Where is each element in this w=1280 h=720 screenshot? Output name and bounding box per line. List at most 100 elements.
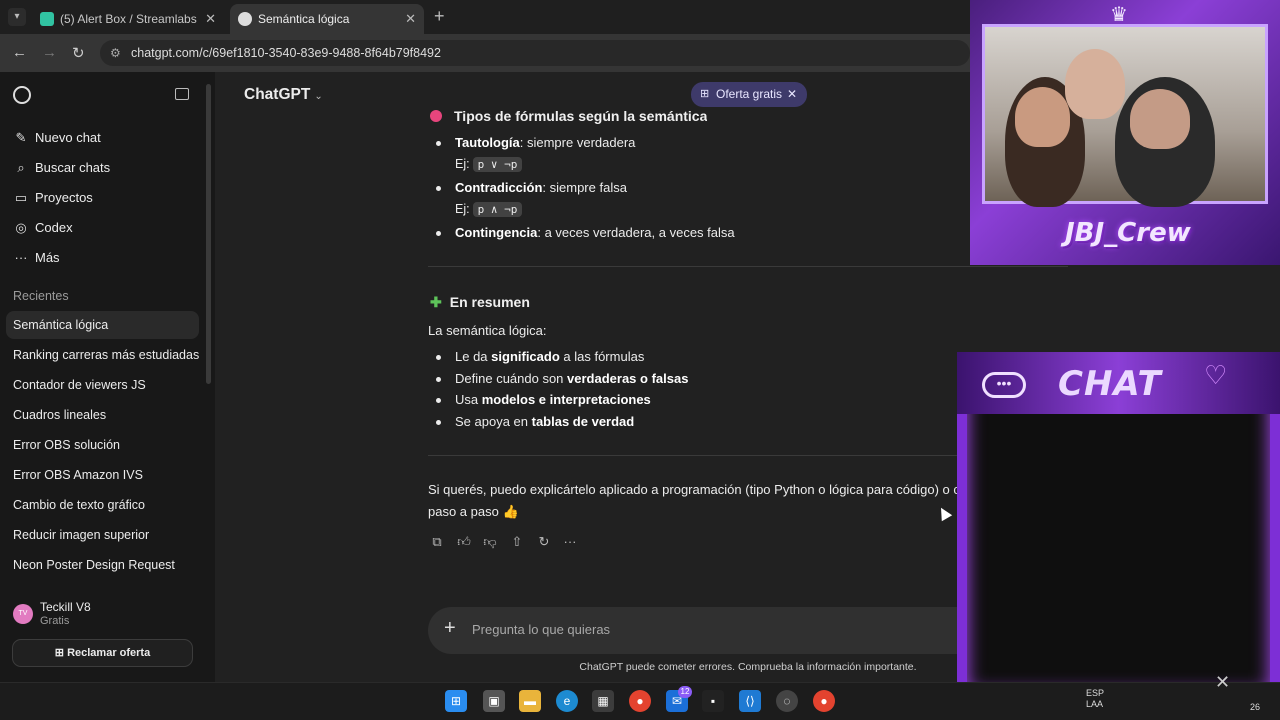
url-text: chatgpt.com/c/69ef1810-3540-83e9-9488-8f… [131, 46, 441, 60]
recent-chat-item[interactable]: Cuadros lineales [13, 404, 106, 426]
sidebar: ✎ Nuevo chat ⌕ Buscar chats ▭ Proyectos ◎ Co… [0, 72, 215, 682]
model-name: ChatGPT [244, 86, 311, 103]
claim-offer-button[interactable]: ⊞ Reclamar oferta [12, 639, 193, 667]
list-item: Le da significado a las fórmulas [435, 349, 645, 364]
openai-logo-icon[interactable] [13, 86, 31, 104]
codex-icon: ◎ [15, 220, 27, 235]
recent-chat-item[interactable]: Cambio de texto gráfico [13, 494, 145, 516]
plus-icon[interactable]: + [444, 617, 456, 640]
recent-chat-item[interactable]: Semántica lógica [6, 311, 199, 339]
tray-text: ESP [1086, 688, 1105, 698]
store-icon[interactable]: ▦ [592, 690, 614, 712]
more-icon[interactable]: ··· [561, 533, 579, 551]
bold-text: verdaderas o falsas [567, 371, 689, 386]
free-offer-badge[interactable]: ⊞ Oferta gratis ✕ [691, 82, 807, 107]
heading-text: Tipos de fórmulas según la semántica [454, 108, 708, 124]
more-icon: ··· [14, 250, 28, 265]
text: a las fórmulas [559, 349, 645, 364]
chevron-down-icon: ⌄ [314, 91, 323, 102]
claim-offer-label: Reclamar oferta [67, 647, 151, 659]
thumbs-up-icon[interactable]: 👍︎ [455, 533, 473, 551]
crew-logo: JBJ_Crew [1065, 218, 1191, 248]
sidebar-item-new-chat[interactable]: ✎ Nuevo chat [13, 127, 101, 149]
file-explorer-icon[interactable]: ▬ [519, 690, 541, 712]
regenerate-icon[interactable]: ↻ [535, 533, 553, 551]
vscode-icon[interactable]: ⟨⟩ [739, 690, 761, 712]
heart-icon: ♡ [1204, 360, 1228, 390]
tab-search-button[interactable]: ▾ [8, 8, 26, 26]
list-item: Contradicción: siempre falsa [436, 180, 627, 195]
obs-icon[interactable]: ▪ [702, 690, 724, 712]
chat-bubble-icon: ••• [982, 372, 1026, 398]
term: Contingencia [455, 225, 538, 240]
recent-chat-item[interactable]: Reducir imagen superior [13, 524, 149, 546]
bold-text: tablas de verdad [531, 414, 635, 429]
text: Usa [455, 392, 482, 407]
streamlabs-favicon-icon [40, 12, 54, 26]
sidebar-item-search-chats[interactable]: ⌕ Buscar chats [13, 157, 110, 179]
app-icon[interactable]: ◌ [776, 690, 798, 712]
close-tab-icon[interactable]: ✕ [205, 4, 216, 34]
forward-arrow-icon[interactable]: → [42, 44, 57, 61]
recent-chat-item[interactable]: Neon Poster Design Request [13, 554, 175, 576]
site-settings-icon[interactable]: ⚙ [110, 40, 121, 66]
tab-title: (5) Alert Box / Streamlabs [60, 12, 197, 26]
share-icon[interactable]: ⇧ [508, 533, 526, 551]
tray-text: LAA [1086, 699, 1104, 709]
sidebar-item-label: Proyectos [35, 190, 93, 205]
streamer-face [1130, 89, 1190, 149]
sidebar-item-projects[interactable]: ▭ Proyectos [13, 187, 93, 209]
model-selector[interactable]: ChatGPT ⌄ [244, 86, 323, 104]
composer-placeholder[interactable]: Pregunta lo que quieras [472, 622, 610, 637]
tray-clock[interactable]: 26 [1250, 702, 1260, 713]
offer-label: Oferta gratis [716, 87, 783, 101]
recent-chat-item[interactable]: Error OBS solución [13, 434, 120, 456]
tab-title: Semántica lógica [258, 12, 350, 26]
reload-icon[interactable]: ↻ [72, 44, 85, 62]
user-name[interactable]: Teckill V8 [40, 600, 91, 614]
thumbs-down-icon[interactable]: 👎︎ [481, 533, 499, 551]
inline-code: p ∧ ¬p [472, 202, 523, 217]
recent-chat-item[interactable]: Ranking carreras más estudiadas [13, 344, 199, 366]
sidebar-scrollbar[interactable] [206, 84, 211, 384]
target-emoji-icon [430, 110, 442, 122]
list-item: Usa modelos e interpretaciones [436, 392, 651, 407]
edge-icon[interactable]: e [556, 690, 578, 712]
recent-chat-item[interactable]: Contador de viewers JS [13, 374, 146, 396]
inline-code: p ∨ ¬p [472, 157, 523, 172]
edit-icon: ✎ [15, 130, 27, 145]
copy-icon[interactable]: ⧉ [428, 533, 446, 551]
avatar[interactable]: TV [13, 604, 33, 624]
recents-heading: Recientes [13, 289, 69, 303]
term: Contradicción [455, 180, 543, 195]
windows-start-icon[interactable]: ⊞ [445, 690, 467, 712]
folder-icon: ▭ [14, 190, 28, 205]
browser-tab-chatgpt[interactable]: Semántica lógica ✕ [230, 4, 424, 34]
back-arrow-icon[interactable]: ← [12, 44, 27, 61]
keyboard-language[interactable]: ESP LAA [1086, 688, 1104, 710]
sidebar-item-label: Más [35, 250, 60, 265]
task-view-icon[interactable]: ▣ [483, 690, 505, 712]
sidebar-item-more[interactable]: ··· Más [13, 247, 60, 269]
example-line: Ej: p ∧ ¬p [455, 202, 523, 217]
close-tab-icon[interactable]: ✕ [405, 4, 416, 34]
recent-chat-item[interactable]: Error OBS Amazon IVS [13, 464, 143, 486]
section-heading-summary: ✚ En resumen [430, 294, 530, 311]
browser-tab-streamlabs[interactable]: (5) Alert Box / Streamlabs ✕ [32, 4, 224, 34]
example-label: Ej: [455, 157, 470, 171]
puzzle-emoji-icon: ✚ [430, 294, 442, 310]
webcam-feed [982, 24, 1268, 207]
sidebar-item-codex[interactable]: ◎ Codex [13, 217, 72, 239]
divider [428, 266, 1068, 267]
sidebar-toggle-icon[interactable] [175, 88, 189, 100]
streamer-face [1015, 87, 1070, 147]
chrome-active-icon[interactable]: ● [813, 690, 835, 712]
url-field[interactable]: ⚙ chatgpt.com/c/69ef1810-3540-83e9-9488-… [100, 40, 970, 66]
gift-icon: ⊞ [54, 647, 68, 659]
term: Tautología [455, 135, 520, 150]
text: Se apoya en [455, 414, 532, 429]
close-icon[interactable]: ✕ [787, 82, 797, 107]
sidebar-item-label: Nuevo chat [35, 130, 101, 145]
chrome-icon[interactable]: ● [629, 690, 651, 712]
new-tab-button[interactable]: + [434, 6, 445, 27]
